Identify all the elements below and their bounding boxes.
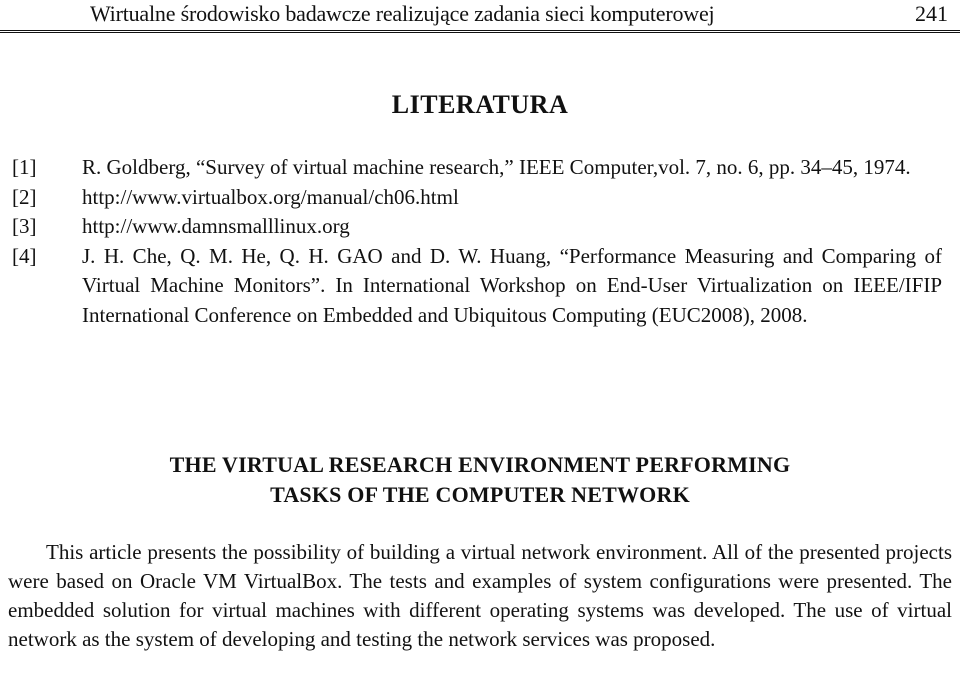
reference-text: J. H. Che, Q. M. He, Q. H. GAO and D. W.… (82, 243, 942, 327)
reference-text: R. Goldberg, “Survey of virtual machine … (82, 155, 911, 179)
reference-item: [2] http://www.virtualbox.org/manual/ch0… (12, 183, 942, 213)
running-header: Wirtualne środowisko badawcze realizując… (0, 0, 960, 33)
reference-number: [3] (12, 214, 37, 238)
english-title-line: TASKS OF THE COMPUTER NETWORK (270, 482, 690, 507)
reference-link[interactable]: http://www.damnsmalllinux.org (82, 212, 942, 242)
reference-item: [1] R. Goldberg, “Survey of virtual mach… (12, 153, 942, 183)
english-title: THE VIRTUAL RESEARCH ENVIRONMENT PERFORM… (0, 450, 960, 510)
reference-item: [3] http://www.damnsmalllinux.org (12, 212, 942, 242)
reference-item: [4] J. H. Che, Q. M. He, Q. H. GAO and D… (12, 242, 942, 331)
reference-number: [1] (12, 155, 37, 179)
literature-heading: LITERATURA (391, 90, 569, 119)
reference-number: [2] (12, 184, 37, 209)
abstract-paragraph: This article presents the possibility of… (8, 540, 952, 651)
running-title: Wirtualne środowisko badawcze realizując… (90, 1, 715, 26)
reference-list: [1] R. Goldberg, “Survey of virtual mach… (12, 153, 942, 330)
english-title-line: THE VIRTUAL RESEARCH ENVIRONMENT PERFORM… (169, 452, 791, 477)
page-number: 241 (915, 1, 948, 26)
reference-number: [4] (12, 243, 37, 268)
reference-link[interactable]: http://www.virtualbox.org/manual/ch06.ht… (82, 183, 942, 213)
